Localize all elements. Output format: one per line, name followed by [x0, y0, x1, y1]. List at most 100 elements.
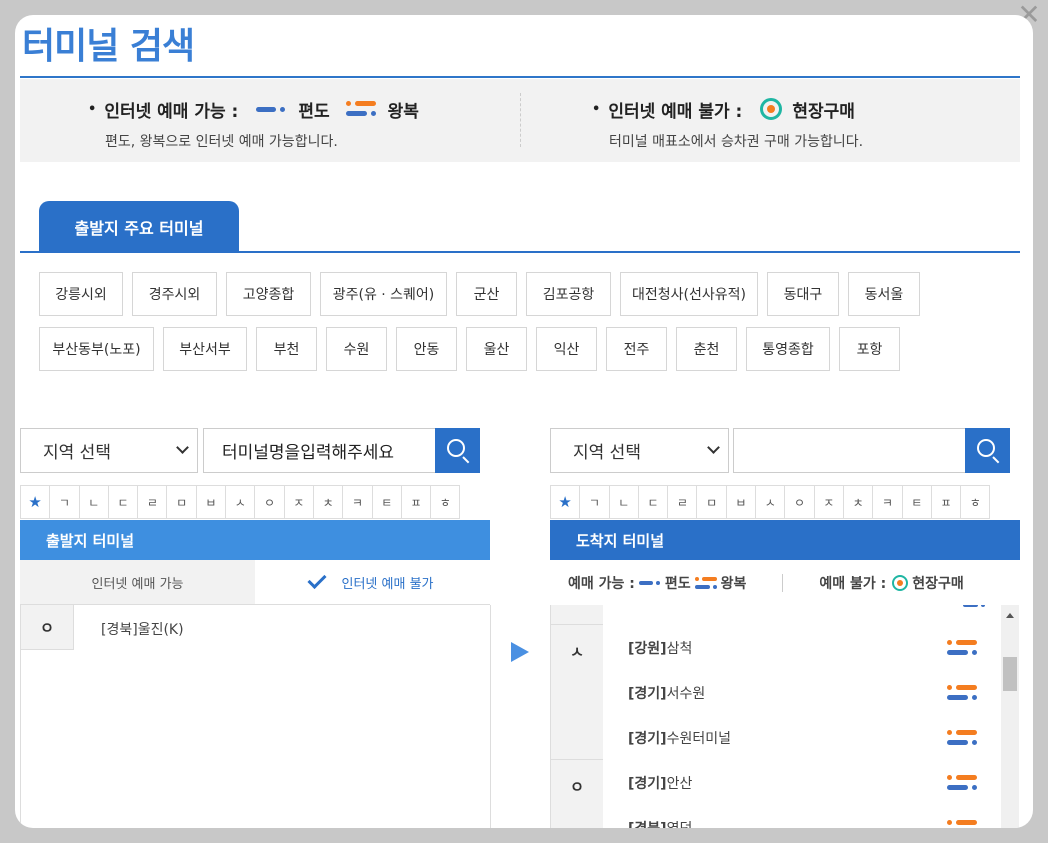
consonant-filter[interactable]: ㅌ [901, 485, 932, 519]
item-name: 영덕 [667, 818, 693, 829]
departure-region-select[interactable]: 지역 선택 [20, 428, 198, 473]
terminal-chip[interactable]: 경주시외 [132, 272, 217, 316]
round-trip-icon [963, 605, 985, 608]
consonant-filter[interactable]: ㅊ [312, 485, 344, 519]
arrival-search-input[interactable] [733, 428, 967, 473]
consonant-filter[interactable]: ㅅ [755, 485, 786, 519]
list-item[interactable]: [경기] 수원터미널 [603, 715, 1001, 760]
favorites-star-icon[interactable]: ★ [20, 485, 51, 519]
favorites-star-icon[interactable]: ★ [550, 485, 581, 519]
consonant-filter[interactable]: ㅇ [254, 485, 285, 519]
list-item[interactable]: [경북]울진(K) [101, 619, 184, 639]
consonant-filter[interactable]: ㄱ [49, 485, 80, 519]
list-item[interactable]: [강원] 삼척 [603, 625, 1001, 670]
index-column: ㅅ ㅇ [551, 605, 603, 828]
scroll-up-icon[interactable] [1006, 613, 1014, 618]
list-item[interactable]: [경기] 서수원 [603, 670, 1001, 715]
departure-tabs: 인터넷 예매 가능 인터넷 예매 불가 [20, 560, 490, 605]
legend-available-label: 예매 가능 : [568, 575, 635, 592]
legend-one-way: 편도 [664, 575, 691, 592]
terminal-chip[interactable]: 군산 [456, 272, 517, 316]
terminal-chip[interactable]: 김포공항 [526, 272, 611, 316]
departure-search-button[interactable] [435, 428, 480, 473]
consonant-filter[interactable]: ㄴ [608, 485, 639, 519]
item-name: 삼척 [666, 640, 693, 657]
tab-internet-available[interactable]: 인터넷 예매 가능 [20, 560, 255, 604]
consonant-filter[interactable]: ㅋ [342, 485, 373, 519]
terminal-chip[interactable]: 포항 [839, 327, 900, 371]
legend-round-trip: 왕복 [720, 575, 747, 592]
consonant-filter[interactable]: ㅁ [166, 485, 197, 519]
arrival-consonant-filter: ★ ㄱ ㄴ ㄷ ㄹ ㅁ ㅂ ㅅ ㅇ ㅈ ㅊ ㅋ ㅌ ㅍ ㅎ [550, 485, 991, 519]
terminal-chip[interactable]: 안동 [396, 327, 457, 371]
tab-internet-unavailable[interactable]: 인터넷 예매 불가 [255, 560, 490, 604]
consonant-filter[interactable]: ㅎ [430, 485, 461, 519]
consonant-filter[interactable]: ㅂ [195, 485, 227, 519]
terminal-chip[interactable]: 부천 [256, 327, 317, 371]
one-way-icon [638, 578, 661, 588]
consonant-filter[interactable]: ㅎ [960, 485, 991, 519]
consonant-filter[interactable]: ㅂ [725, 485, 757, 519]
consonant-filter[interactable]: ㅈ [283, 485, 314, 519]
item-name: 안산 [666, 775, 693, 792]
consonant-filter[interactable]: ㅊ [842, 485, 874, 519]
terminal-chip[interactable]: 동대구 [767, 272, 839, 316]
scrollbar[interactable] [1001, 605, 1019, 828]
consonant-filter[interactable]: ㄱ [579, 485, 610, 519]
consonant-filter[interactable]: ㅍ [930, 485, 962, 519]
terminal-chip[interactable]: 강릉시외 [39, 272, 123, 316]
chevron-down-icon [707, 441, 720, 454]
round-trip-icon [345, 100, 376, 118]
list-item[interactable]: [경기] 안산 [603, 760, 1001, 805]
arrival-terminal-list[interactable]: ㅅ ㅇ [강원]삼척 [경기]서수원 [경기]수원터미널 [경기]안산 [경북]… [550, 605, 1020, 828]
consonant-filter[interactable]: ㄴ [78, 485, 109, 519]
consonant-filter[interactable]: ㅈ [813, 485, 844, 519]
one-way-label: 편도 [298, 101, 330, 122]
terminal-chip[interactable]: 부산서부 [163, 327, 247, 371]
arrival-region-select[interactable]: 지역 선택 [550, 428, 729, 473]
round-trip-icon [947, 684, 977, 702]
tab-major-terminals[interactable]: 출발지 주요 터미널 [39, 201, 239, 252]
check-icon [306, 569, 327, 589]
consonant-filter[interactable]: ㄹ [667, 485, 698, 519]
terminal-chip[interactable]: 동서울 [848, 272, 920, 316]
consonant-filter[interactable]: ㅇ [784, 485, 815, 519]
terminal-chip[interactable]: 부산동부(노포) [39, 327, 154, 371]
terminal-chip[interactable]: 고양종합 [226, 272, 311, 316]
index-letter-partial [551, 605, 603, 625]
consonant-filter[interactable]: ㄹ [137, 485, 168, 519]
consonant-filter[interactable]: ㅍ [400, 485, 432, 519]
terminal-chip[interactable]: 대전청사(선사유적) [620, 272, 758, 316]
bullet-icon: • [592, 101, 601, 117]
item-region: [경북] [628, 818, 667, 829]
onsite-icon [892, 574, 909, 591]
legend-unavailable-label: 예매 불가 : [819, 575, 887, 592]
terminal-chip[interactable]: 수원 [326, 327, 387, 371]
item-region: [강원] [628, 640, 667, 657]
terminal-chip[interactable]: 춘천 [676, 327, 737, 371]
terminal-chip[interactable]: 전주 [606, 327, 667, 371]
consonant-filter[interactable]: ㄷ [637, 485, 669, 519]
terminal-chip[interactable]: 익산 [536, 327, 597, 371]
item-region: [경북] [101, 622, 138, 638]
terminal-chip[interactable]: 통영종합 [746, 327, 830, 371]
departure-region-value: 지역 선택 [43, 443, 111, 463]
consonant-filter[interactable]: ㅌ [371, 485, 402, 519]
departure-terminal-list: ㅇ [경북]울진(K) [20, 605, 491, 828]
consonant-filter[interactable]: ㅅ [225, 485, 256, 519]
consonant-filter[interactable]: ㅁ [696, 485, 727, 519]
terminal-chip[interactable]: 울산 [466, 327, 527, 371]
round-trip-icon [947, 639, 977, 657]
unavailable-desc: 터미널 매표소에서 승차권 구매 가능합니다. [609, 134, 864, 150]
info-divider [520, 93, 521, 147]
list-item[interactable]: [경북]영덕 [603, 805, 1001, 828]
scroll-thumb[interactable] [1003, 657, 1017, 691]
arrival-legend: 예매 가능 : 편도 왕복 예매 불가 : 현장구매 [550, 560, 1020, 605]
terminal-chip[interactable]: 광주(유 · 스퀘어) [320, 272, 447, 316]
departure-search-input[interactable]: 터미널명을입력해주세요 [203, 428, 437, 473]
list-item[interactable] [603, 605, 1001, 625]
arrival-search-button[interactable] [965, 428, 1010, 473]
unavailable-label: 인터넷 예매 불가 : [608, 101, 743, 122]
consonant-filter[interactable]: ㅋ [872, 485, 903, 519]
consonant-filter[interactable]: ㄷ [107, 485, 139, 519]
